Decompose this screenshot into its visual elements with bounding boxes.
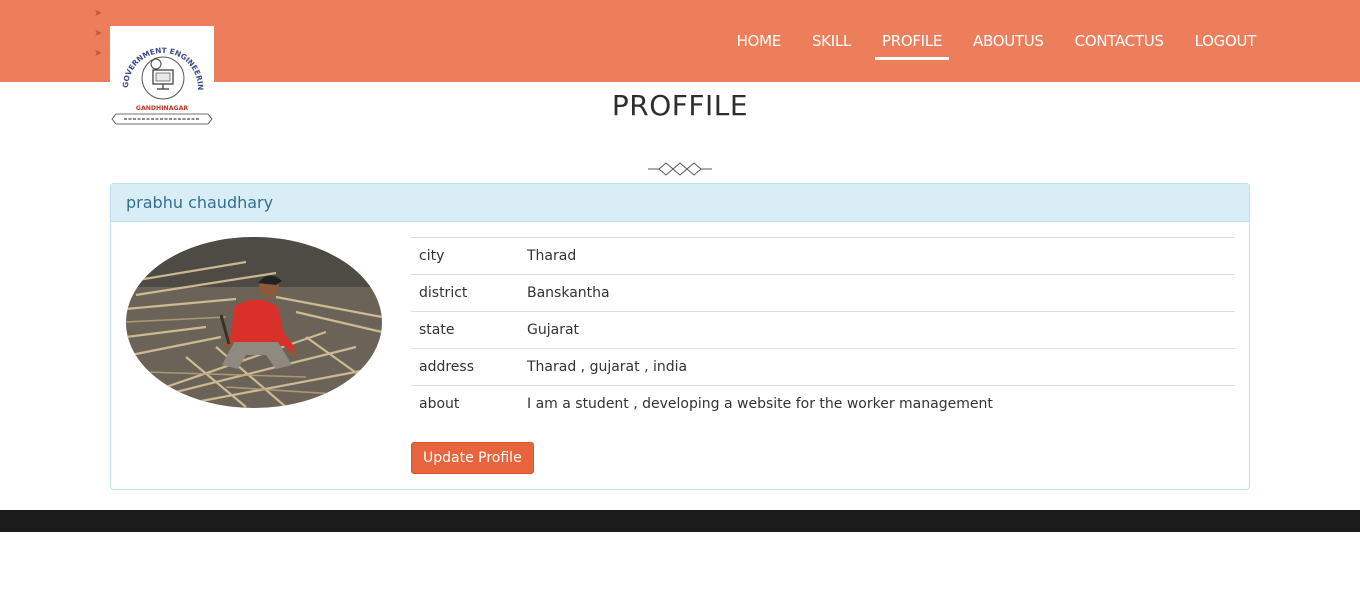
main-nav: HOME SKILL PROFILE ABOUTUS CONTACTUS LOG… bbox=[713, 30, 1263, 60]
district-value: Banskantha bbox=[519, 274, 1235, 312]
nav-skill[interactable]: SKILL bbox=[805, 30, 858, 60]
address-label: address bbox=[411, 348, 519, 386]
table-row: district Banskantha bbox=[411, 274, 1235, 312]
profile-panel: prabhu chaudhary city Tharad district Ba… bbox=[110, 183, 1250, 490]
nav-profile[interactable]: PROFILE bbox=[874, 30, 950, 60]
state-value: Gujarat bbox=[519, 311, 1235, 349]
city-value: Tharad bbox=[519, 237, 1235, 275]
update-profile-button[interactable]: Update Profile bbox=[411, 442, 534, 474]
arrow-icon: ➤ bbox=[94, 8, 103, 19]
about-value: I am a student , developing a website fo… bbox=[519, 385, 1235, 423]
arrow-icon: ➤ bbox=[94, 48, 103, 59]
state-label: state bbox=[411, 311, 519, 349]
table-row: city Tharad bbox=[411, 237, 1235, 275]
profile-details-table: city Tharad district Banskantha state Gu… bbox=[411, 237, 1235, 423]
nav-home[interactable]: HOME bbox=[730, 30, 788, 60]
table-row: state Gujarat bbox=[411, 311, 1235, 349]
nav-aboutus[interactable]: ABOUTUS bbox=[966, 30, 1051, 60]
arrow-icon: ➤ bbox=[94, 28, 103, 39]
profile-name-heading: prabhu chaudhary bbox=[111, 184, 1249, 222]
decorative-arrows: ➤ ➤ ➤ bbox=[94, 4, 102, 64]
page-title: PROFFILE bbox=[611, 89, 749, 122]
address-value: Tharad , gujarat , india bbox=[519, 348, 1235, 386]
district-label: district bbox=[411, 274, 519, 312]
table-row: address Tharad , gujarat , india bbox=[411, 348, 1235, 386]
about-label: about bbox=[411, 385, 519, 423]
footer-bar bbox=[0, 510, 1360, 532]
table-row: about I am a student , developing a webs… bbox=[411, 385, 1235, 423]
nav-contactus[interactable]: CONTACTUS bbox=[1068, 30, 1171, 60]
title-divider bbox=[648, 160, 712, 178]
nav-logout[interactable]: LOGOUT bbox=[1188, 30, 1263, 60]
city-label: city bbox=[411, 237, 519, 275]
profile-photo bbox=[126, 237, 382, 408]
